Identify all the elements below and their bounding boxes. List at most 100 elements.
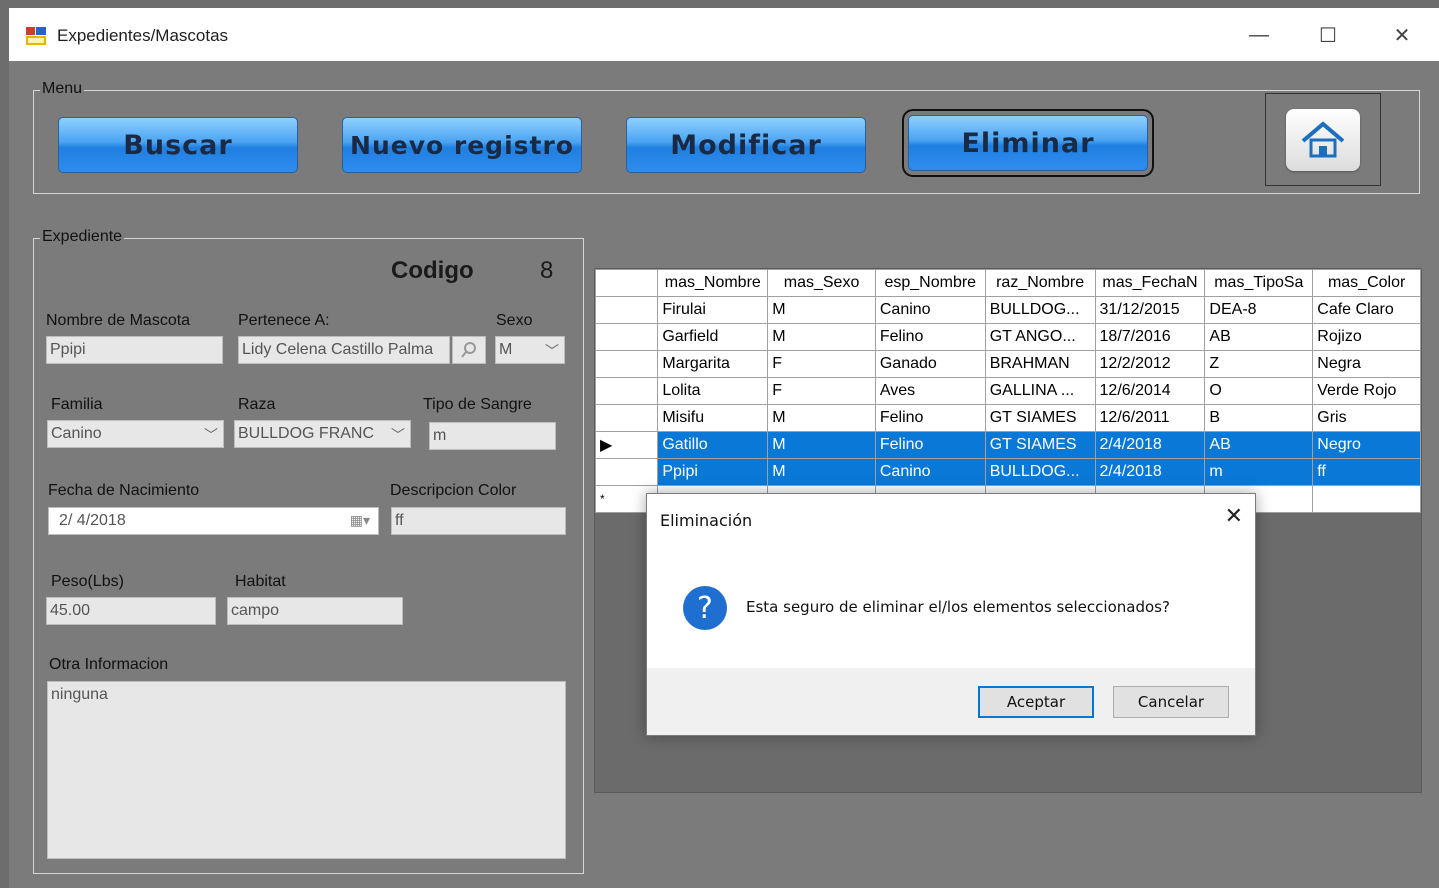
table-cell[interactable]: GT ANGO... [984, 323, 1096, 351]
table-cell[interactable]: DEA-8 [1204, 296, 1314, 324]
table-cell[interactable]: Felino [874, 404, 986, 432]
table-cell[interactable]: 12/6/2014 [1094, 377, 1206, 405]
table-cell[interactable]: M [767, 323, 876, 351]
table-cell[interactable]: Gatillo [657, 431, 769, 459]
column-header[interactable]: mas_TipoSa [1204, 269, 1314, 297]
pertenece-field[interactable]: Lidy Celena Castillo Palma [238, 336, 450, 364]
table-cell[interactable]: Ganado [874, 350, 986, 378]
table-row[interactable]: ▶ Gatillo M Felino GT SIAMES 2/4/2018 AB Negro [594, 431, 1421, 459]
table-cell[interactable]: BRAHMAN [984, 350, 1096, 378]
search-owner-button[interactable] [452, 336, 486, 364]
table-cell[interactable]: F [767, 350, 876, 378]
table-row[interactable]: Margarita F Ganado BRAHMAN 12/2/2012 Z Negra [594, 350, 1421, 378]
table-cell[interactable]: Firulai [657, 296, 769, 324]
table-row[interactable]: Firulai M Canino BULLDOG... 31/12/2015 DEA-8 C… [594, 296, 1421, 324]
table-cell[interactable]: O [1204, 377, 1314, 405]
table-cell[interactable]: BULLDOG... [984, 296, 1096, 324]
column-header[interactable]: mas_Sexo [767, 269, 876, 297]
tipo-sangre-field[interactable]: m [429, 422, 556, 450]
otra-info-textarea[interactable]: ninguna [47, 681, 566, 859]
table-cell[interactable]: GALLINA ... [984, 377, 1096, 405]
window-title: Expedientes/Mascotas [57, 26, 229, 45]
table-cell[interactable]: M [767, 431, 876, 459]
table-cell[interactable]: Felino [874, 323, 986, 351]
maximize-button[interactable]: ☐ [1305, 18, 1351, 52]
table-row[interactable]: Ppipi M Canino BULLDOG... 2/4/2018 m ff [594, 458, 1421, 486]
cancelar-button[interactable]: Cancelar [1113, 686, 1229, 718]
aceptar-button[interactable]: Aceptar [978, 686, 1094, 718]
nuevo-registro-button[interactable]: Nuevo registro [342, 117, 582, 173]
table-cell[interactable]: Lolita [657, 377, 769, 405]
table-cell[interactable]: M [767, 458, 876, 486]
sexo-combo[interactable]: M ﹀ [495, 336, 565, 364]
table-cell[interactable]: Canino [874, 458, 986, 486]
column-header[interactable]: raz_Nombre [984, 269, 1096, 297]
table-cell[interactable]: AB [1204, 323, 1314, 351]
table-cell[interactable]: GT SIAMES [984, 404, 1096, 432]
buscar-button[interactable]: Buscar [58, 117, 298, 173]
table-cell[interactable]: Negra [1312, 350, 1421, 378]
table-cell[interactable]: Misifu [657, 404, 769, 432]
home-button[interactable] [1265, 93, 1381, 186]
table-cell[interactable]: Negro [1312, 431, 1421, 459]
habitat-field[interactable]: campo [227, 597, 403, 625]
nombre-field[interactable]: Ppipi [46, 336, 223, 364]
table-cell[interactable]: AB [1204, 431, 1314, 459]
table-cell[interactable]: Aves [874, 377, 986, 405]
table-cell[interactable]: ff [1312, 458, 1421, 486]
table-cell[interactable]: Gris [1312, 404, 1421, 432]
table-cell[interactable]: Rojizo [1312, 323, 1421, 351]
table-cell[interactable]: F [767, 377, 876, 405]
column-header[interactable]: esp_Nombre [874, 269, 986, 297]
close-button[interactable]: ✕ [1379, 18, 1425, 52]
table-cell[interactable]: 12/6/2011 [1094, 404, 1206, 432]
descripcion-color-label: Descripcion Color [390, 482, 517, 499]
table-cell[interactable]: 2/4/2018 [1094, 431, 1206, 459]
column-header[interactable]: mas_Nombre [657, 269, 769, 297]
peso-field[interactable]: 45.00 [46, 597, 216, 625]
descripcion-color-field[interactable]: ff [391, 507, 566, 535]
row-header[interactable] [594, 323, 659, 351]
table-cell[interactable]: Verde Rojo [1312, 377, 1421, 405]
table-cell[interactable]: 31/12/2015 [1094, 296, 1206, 324]
table-row[interactable]: Misifu M Felino GT SIAMES 12/6/2011 B Gris [594, 404, 1421, 432]
table-cell[interactable]: Garfield [657, 323, 769, 351]
table-cell[interactable]: Ppipi [657, 458, 769, 486]
table-cell[interactable]: 18/7/2016 [1094, 323, 1206, 351]
table-cell[interactable] [1312, 485, 1421, 513]
table-cell[interactable]: 2/4/2018 [1094, 458, 1206, 486]
column-header[interactable]: mas_Color [1312, 269, 1421, 297]
table-cell[interactable]: Cafe Claro [1312, 296, 1421, 324]
table-row[interactable]: Lolita F Aves GALLINA ... 12/6/2014 O Verde Ro… [594, 377, 1421, 405]
fecha-value: 2/ 4/2018 [59, 512, 126, 529]
raza-combo[interactable]: BULLDOG FRANC ﹀ [234, 420, 411, 448]
column-header[interactable]: mas_FechaN [1094, 269, 1206, 297]
table-cell[interactable]: M [767, 404, 876, 432]
row-header[interactable] [594, 458, 659, 486]
table-cell[interactable]: m [1204, 458, 1314, 486]
eliminar-button[interactable]: Eliminar [902, 109, 1154, 177]
minimize-button[interactable]: — [1236, 18, 1282, 52]
familia-combo[interactable]: Canino ﹀ [47, 420, 224, 448]
nombre-label: Nombre de Mascota [46, 312, 191, 329]
row-header[interactable] [594, 350, 659, 378]
row-header[interactable] [594, 296, 659, 324]
modificar-button[interactable]: Modificar [626, 117, 866, 173]
dialog-close-icon[interactable]: ✕ [1225, 504, 1243, 529]
fecha-picker[interactable]: 2/ 4/2018 ▦▾ [48, 507, 379, 535]
expediente-legend: Expediente [40, 228, 125, 246]
table-cell[interactable]: GT SIAMES [984, 431, 1096, 459]
table-cell[interactable]: B [1204, 404, 1314, 432]
table-cell[interactable]: M [767, 296, 876, 324]
table-cell[interactable]: 12/2/2012 [1094, 350, 1206, 378]
row-header[interactable] [594, 404, 659, 432]
row-header[interactable]: ▶ [594, 431, 659, 459]
table-cell[interactable]: Felino [874, 431, 986, 459]
table-row[interactable]: Garfield M Felino GT ANGO... 18/7/2016 AB Roji… [594, 323, 1421, 351]
table-cell[interactable]: BULLDOG... [984, 458, 1096, 486]
title-bar: Expedientes/Mascotas — ☐ ✕ [9, 8, 1439, 61]
row-header[interactable] [594, 377, 659, 405]
table-cell[interactable]: Canino [874, 296, 986, 324]
table-cell[interactable]: Margarita [657, 350, 769, 378]
table-cell[interactable]: Z [1204, 350, 1314, 378]
